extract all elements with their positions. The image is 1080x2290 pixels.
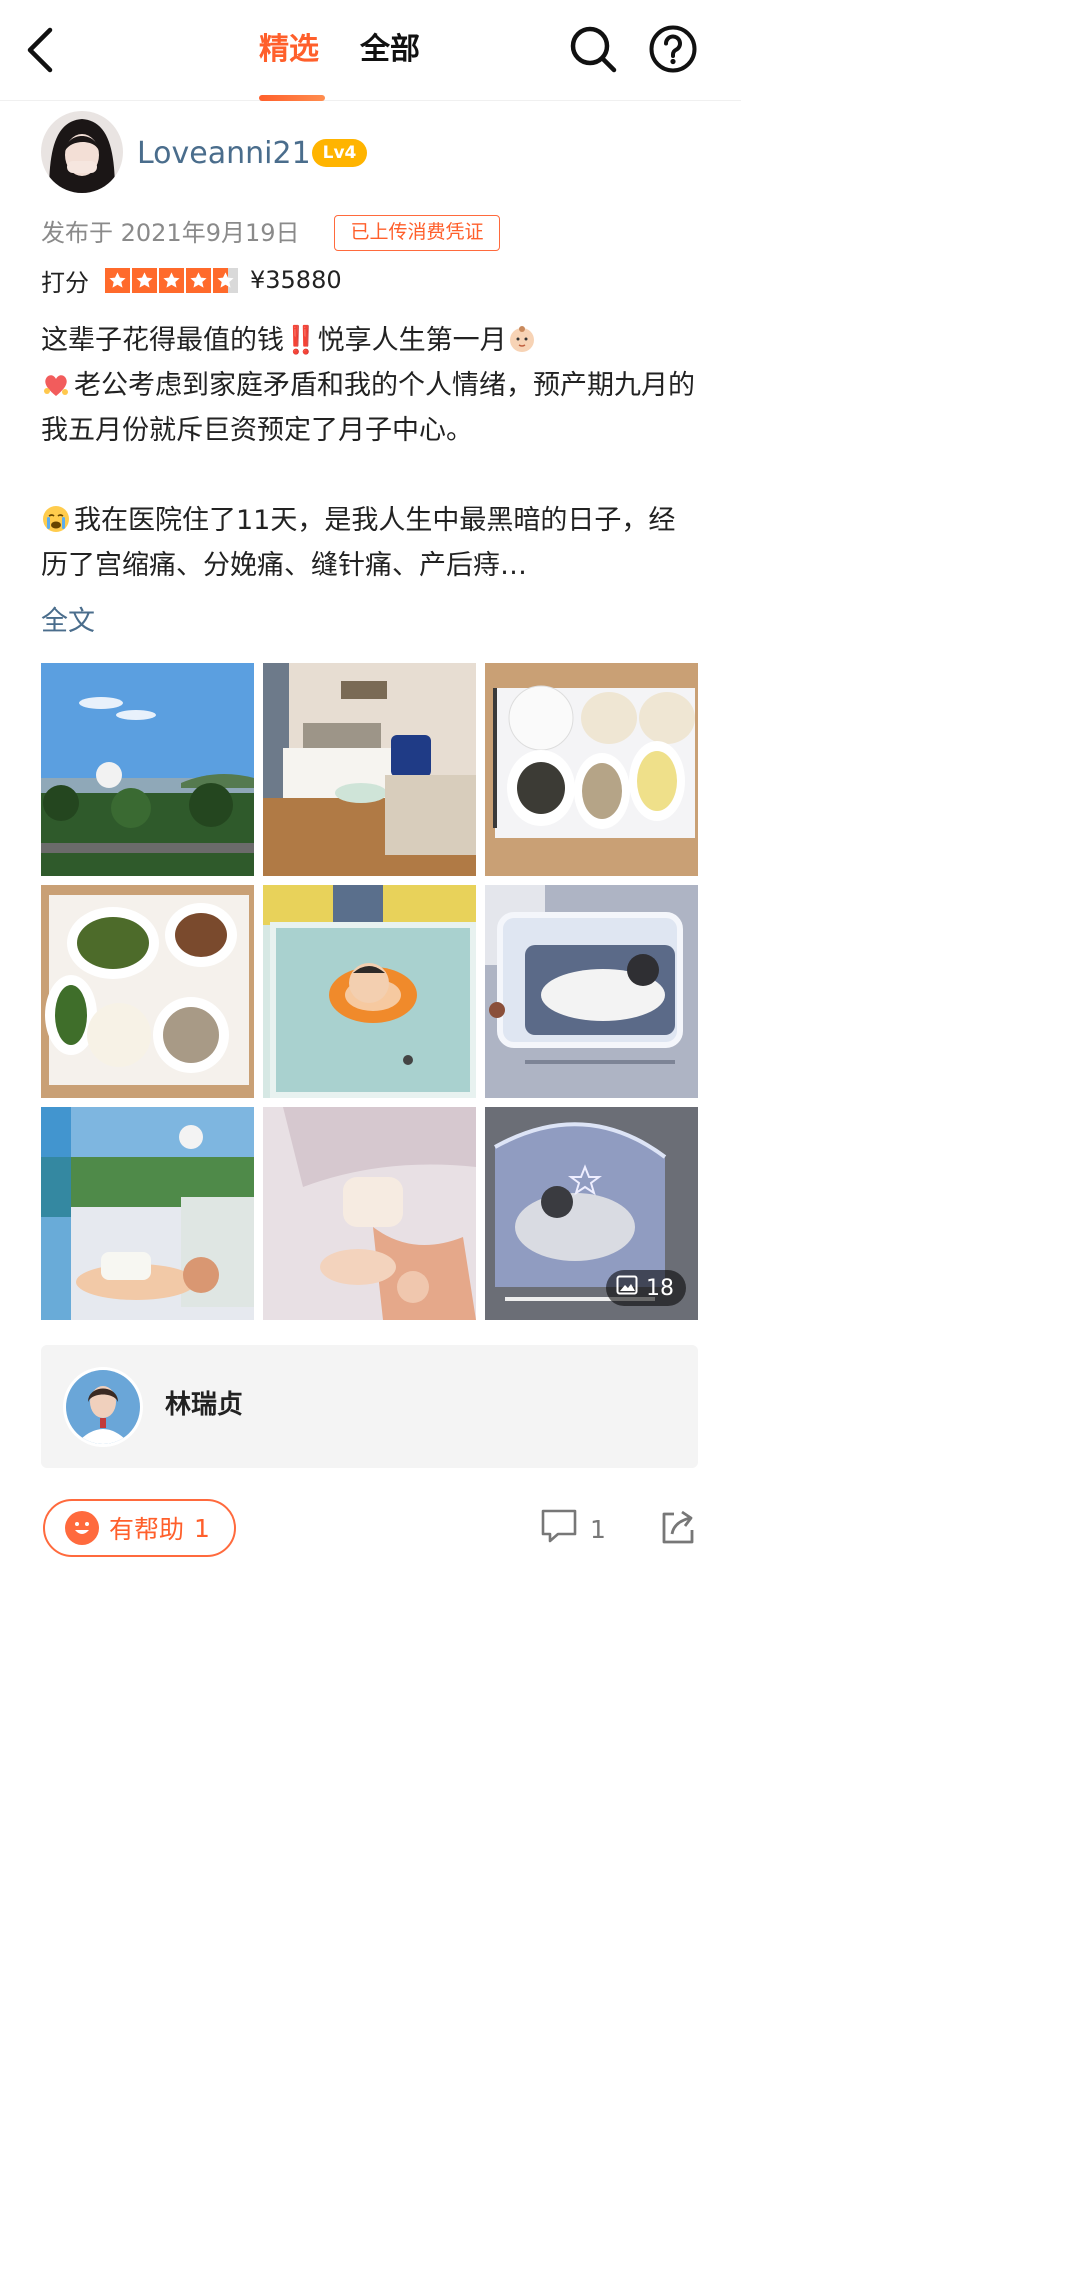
rating-stars: [105, 267, 238, 293]
smile-icon: [65, 1511, 99, 1545]
photo-grid: 18: [41, 663, 698, 1321]
doctor-name: 林瑞贞: [165, 1390, 244, 1420]
photo-count-badge: 18: [606, 1270, 686, 1306]
post-paragraph-1: 老公考虑到家庭矛盾和我的个人情绪，预产期九月的我五月份就斥巨资预定了月子中心。: [41, 368, 695, 446]
post-content: 这辈子花得最值的钱‼️悦享人生第一月 老公考虑到家庭矛盾和我的个人情绪，预产期九…: [41, 318, 701, 588]
receipt-badge: 已上传消费凭证: [334, 215, 500, 251]
helpful-label: 有帮助: [109, 1515, 185, 1544]
tab-all[interactable]: 全部: [360, 30, 420, 70]
meal-photo-1[interactable]: [485, 663, 698, 876]
half-star-icon: [213, 267, 238, 293]
party-hearts-icon: [41, 368, 71, 398]
star-icon: [132, 267, 157, 293]
share-icon[interactable]: [658, 1508, 698, 1548]
star-icon: [105, 267, 130, 293]
price: ¥35880: [250, 266, 342, 294]
baby-netted-crib-photo[interactable]: 18: [485, 1107, 698, 1320]
baby-hand-photo[interactable]: [263, 1107, 476, 1320]
photo-count: 18: [646, 1275, 674, 1301]
baby-swim-photo[interactable]: [263, 885, 476, 1098]
star-icon: [159, 267, 184, 293]
rating-label: 打分: [41, 268, 89, 297]
bedroom-photo[interactable]: [263, 663, 476, 876]
baby-window-photo[interactable]: [41, 1107, 254, 1320]
tab-featured[interactable]: 精选: [259, 30, 319, 70]
helpful-count: 1: [194, 1513, 210, 1543]
crying-face-icon: [41, 503, 71, 533]
author-username[interactable]: Loveanni21: [137, 134, 311, 174]
publish-date: 发布于 2021年9月19日: [41, 219, 300, 247]
comment-icon: [540, 1508, 578, 1550]
help-icon[interactable]: [648, 24, 698, 74]
rating-row: 打分 ¥35880: [41, 262, 342, 298]
meal-photo-2[interactable]: [41, 885, 254, 1098]
level-badge: Lv4: [312, 139, 367, 167]
helpful-button[interactable]: 有帮助 1: [43, 1499, 236, 1557]
search-icon[interactable]: [568, 24, 618, 74]
full-text-link[interactable]: 全文: [41, 602, 95, 642]
author-avatar[interactable]: [41, 111, 123, 193]
comment-count: 1: [590, 1514, 606, 1544]
back-icon[interactable]: [20, 24, 64, 76]
star-icon: [186, 267, 211, 293]
image-icon: [616, 1275, 638, 1301]
baby-crib-photo[interactable]: [485, 885, 698, 1098]
doctor-avatar: [63, 1367, 143, 1447]
top-nav: 精选 全部: [0, 0, 741, 101]
comment-button[interactable]: 1: [540, 1508, 606, 1550]
post-headline: 这辈子花得最值的钱‼️悦享人生第一月: [41, 318, 701, 363]
doctor-card[interactable]: 林瑞贞: [41, 1345, 698, 1468]
baby-face-icon: [507, 323, 537, 353]
coast-view-photo[interactable]: [41, 663, 254, 876]
post-paragraph-2: 我在医院住了11天，是我人生中最黑暗的日子，经历了宫缩痛、分娩痛、缝针痛、产后痔…: [41, 503, 676, 581]
active-tab-indicator: [259, 95, 325, 101]
